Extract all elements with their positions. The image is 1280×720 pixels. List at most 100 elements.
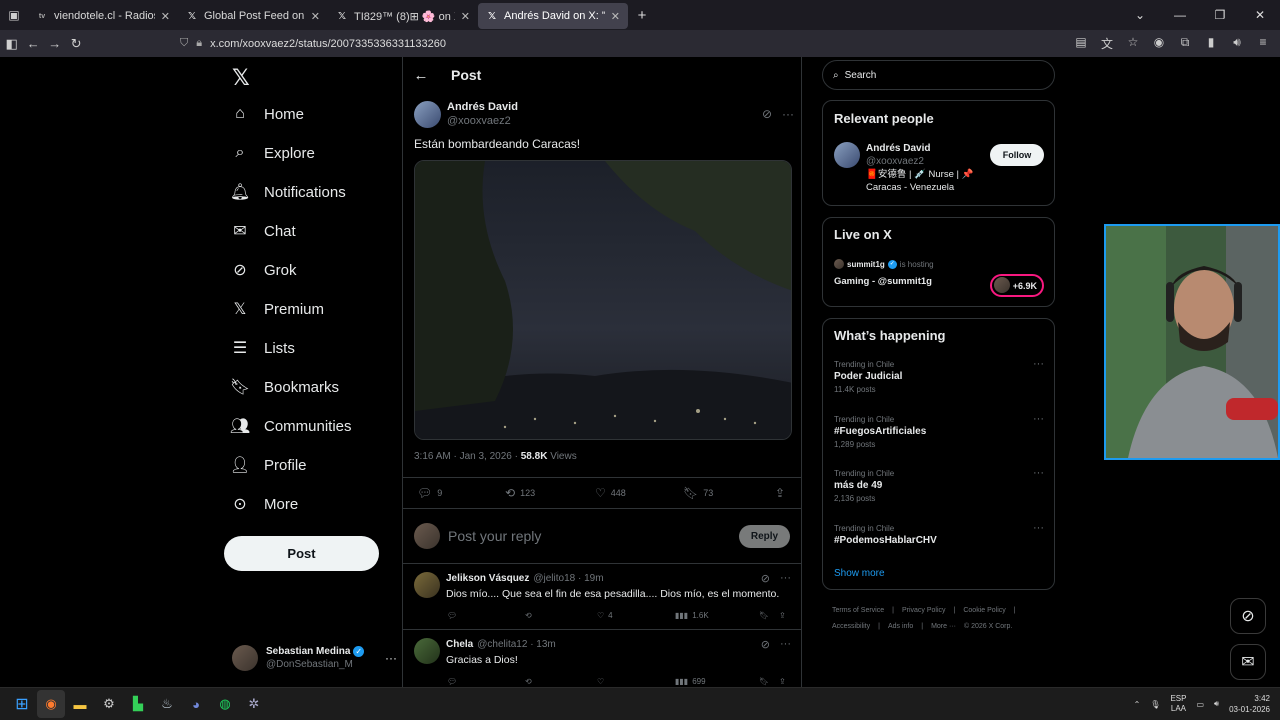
back-icon[interactable]: ← xyxy=(24,32,44,56)
more-dots-icon[interactable]: ··· xyxy=(780,572,791,585)
chevron-down-icon[interactable]: ⌄ xyxy=(1120,8,1160,22)
sidebar-icon[interactable]: ◧ xyxy=(2,32,22,56)
author-handle[interactable]: @xooxvaez2 xyxy=(447,114,518,128)
more-dots-icon[interactable]: ··· xyxy=(780,638,791,651)
share-icon[interactable]: ⇪ xyxy=(779,611,786,620)
avatar[interactable] xyxy=(414,638,440,664)
nav-item-profile[interactable]: 👤︎ Profile xyxy=(230,447,307,483)
trend-item[interactable]: Trending in Chile más de 49 2,136 posts … xyxy=(834,468,1044,504)
nav-item-explore[interactable]: ⌕ Explore xyxy=(230,135,315,171)
spotify-icon[interactable]: ◍ xyxy=(211,690,239,718)
close-tab-icon[interactable]: ✕ xyxy=(161,10,170,23)
bookmark-action[interactable]: 🔖︎ 73 xyxy=(683,486,775,500)
reply-author-name[interactable]: Chela xyxy=(446,639,473,650)
avatar[interactable] xyxy=(834,142,860,168)
nav-item-chat[interactable]: ✉ Chat xyxy=(230,213,295,249)
more-dots-icon[interactable]: ··· xyxy=(1033,523,1044,534)
minimize-icon[interactable]: — xyxy=(1160,8,1200,22)
reload-icon[interactable]: ↻ xyxy=(67,32,87,56)
forward-icon[interactable]: → xyxy=(45,32,65,56)
grok-icon[interactable]: ⊘ xyxy=(761,572,770,585)
like-action[interactable]: ♡ 448 xyxy=(595,486,683,500)
nav-item-notifications[interactable]: 🔔︎ Notifications xyxy=(230,174,346,210)
addon-icon[interactable]: ▮ xyxy=(1200,35,1222,52)
url-bar[interactable]: ⛉ 🔒︎ x.com/xooxvaez2/status/200733533633… xyxy=(180,32,1070,56)
nav-item-bookmarks[interactable]: 🔖︎ Bookmarks xyxy=(230,369,339,405)
chevron-up-icon[interactable]: ⌃ xyxy=(1134,700,1141,709)
repost-action[interactable]: ⟲ 123 xyxy=(505,486,595,500)
windows-start-icon[interactable]: ⊞ xyxy=(8,690,36,718)
volume-icon[interactable]: 🔊︎ xyxy=(1214,699,1219,709)
footer-link[interactable]: Ads info xyxy=(888,623,913,630)
back-arrow-icon[interactable]: ← xyxy=(403,67,439,84)
author-name[interactable]: Andrés David xyxy=(447,100,518,114)
nav-item-communities[interactable]: 👥︎ Communities xyxy=(230,408,352,444)
reply-author-handle[interactable]: @jelito18 · 19m xyxy=(533,573,603,584)
reply-input[interactable]: Post your reply xyxy=(448,528,731,544)
like-action[interactable]: ♡ 4 xyxy=(597,611,675,620)
footer-link[interactable]: Accessibility xyxy=(832,623,870,630)
maximize-icon[interactable]: ❐ xyxy=(1200,8,1240,22)
kick-icon[interactable]: ▙ xyxy=(124,690,152,718)
avatar[interactable] xyxy=(414,572,440,598)
messages-fab-icon[interactable]: ✉ xyxy=(1230,644,1266,680)
nav-item-premium[interactable]: 𝕏 Premium xyxy=(230,291,324,327)
tab-list-icon[interactable]: ▣ xyxy=(0,0,28,30)
views-action[interactable]: ▮▮▮ 699 xyxy=(675,677,759,686)
reply-item[interactable]: Chela @chelita12 · 13m ⊘ ··· Gracias a Di… xyxy=(403,630,801,687)
network-icon[interactable]: ▭ xyxy=(1196,700,1204,709)
browser-tab-active[interactable]: 𝕏 Andrés David on X: "Están b ✕ xyxy=(478,3,628,29)
account-switcher[interactable]: Sebastian Medina ✓ @DonSebastian_M ··· xyxy=(232,640,397,676)
more-dots-icon[interactable]: ··· xyxy=(1033,468,1044,479)
share-icon[interactable]: ⇪ xyxy=(779,677,786,686)
translate-icon[interactable]: 文 xyxy=(1096,35,1118,52)
close-tab-icon[interactable]: ✕ xyxy=(311,10,320,23)
footer-link[interactable]: Privacy Policy xyxy=(902,607,946,614)
app-icon[interactable]: ⚙ xyxy=(95,690,123,718)
nav-item-grok[interactable]: ⊘ Grok xyxy=(230,252,296,288)
grok-icon[interactable]: ⊘ xyxy=(761,638,770,651)
trend-item[interactable]: Trending in Chile #FuegosArtificiales 1,… xyxy=(834,414,1044,450)
person-handle[interactable]: @xooxvaez2 xyxy=(866,156,924,167)
person-name[interactable]: Andrés David xyxy=(866,143,930,154)
steam-icon[interactable]: ♨ xyxy=(153,690,181,718)
bookmark-icon[interactable]: 🔖︎ xyxy=(759,677,779,686)
speaker-icon[interactable]: 🔊︎ xyxy=(1226,35,1248,52)
extension-icon[interactable]: ◉ xyxy=(1148,35,1170,52)
heart-icon[interactable]: ♡ xyxy=(597,677,675,686)
file-explorer-icon[interactable]: ▬ xyxy=(66,690,94,718)
reply-action[interactable]: 💬︎ 9 xyxy=(417,486,505,500)
nav-item-more[interactable]: ⊙ More xyxy=(230,486,298,522)
share-action[interactable]: ⇪ xyxy=(775,486,785,500)
trend-item[interactable]: Trending in Chile #PodemosHablarCHV ··· xyxy=(834,523,1044,548)
tweet-timestamp[interactable]: 3:16 AM · Jan 3, 2026 · xyxy=(414,451,521,462)
footer-link[interactable]: More ··· xyxy=(931,623,956,630)
footer-link[interactable]: Terms of Service xyxy=(832,607,884,614)
show-more-link[interactable]: Show more xyxy=(834,568,885,579)
reply-author-handle[interactable]: @chelita12 · 13m xyxy=(477,639,556,650)
trend-item[interactable]: Trending in Chile Poder Judicial 11.4K p… xyxy=(834,359,1044,395)
close-tab-icon[interactable]: ✕ xyxy=(611,10,620,23)
follow-button[interactable]: Follow xyxy=(990,144,1044,166)
host-name[interactable]: summit1g xyxy=(847,260,885,269)
close-tab-icon[interactable]: ✕ xyxy=(461,10,470,23)
settings-icon[interactable]: ✲ xyxy=(240,690,268,718)
reply-button[interactable]: Reply xyxy=(739,524,790,548)
browser-tab[interactable]: tv viendotele.cl - Radios y canales ✕ xyxy=(28,3,178,29)
lock-icon[interactable]: 🔒︎ xyxy=(196,37,202,50)
avatar[interactable] xyxy=(414,100,441,128)
clock-time[interactable]: 3:42 xyxy=(1254,694,1270,703)
microphone-icon[interactable]: 🎙︎ xyxy=(1150,700,1160,709)
discord-icon[interactable]: ◕ xyxy=(182,690,210,718)
reader-icon[interactable]: ▤ xyxy=(1070,35,1092,52)
browser-tab[interactable]: 𝕏 TI829™ (8)⊞ 🌸 on X: "#ULTIM ✕ xyxy=(328,3,478,29)
menu-icon[interactable]: ≡ xyxy=(1252,35,1274,52)
repost-icon[interactable]: ⟲ xyxy=(525,611,597,620)
post-button[interactable]: Post xyxy=(224,536,379,571)
reply-item[interactable]: Jelikson Vásquez @jelito18 · 19m ⊘ ··· Di… xyxy=(403,564,801,630)
reply-author-name[interactable]: Jelikson Vásquez xyxy=(446,573,529,584)
language-indicator[interactable]: ESP xyxy=(1170,694,1186,703)
bookmark-icon[interactable]: 🔖︎ xyxy=(759,611,779,620)
more-dots-icon[interactable]: ··· xyxy=(782,107,794,121)
search-input[interactable]: ⌕ Search xyxy=(822,60,1055,90)
